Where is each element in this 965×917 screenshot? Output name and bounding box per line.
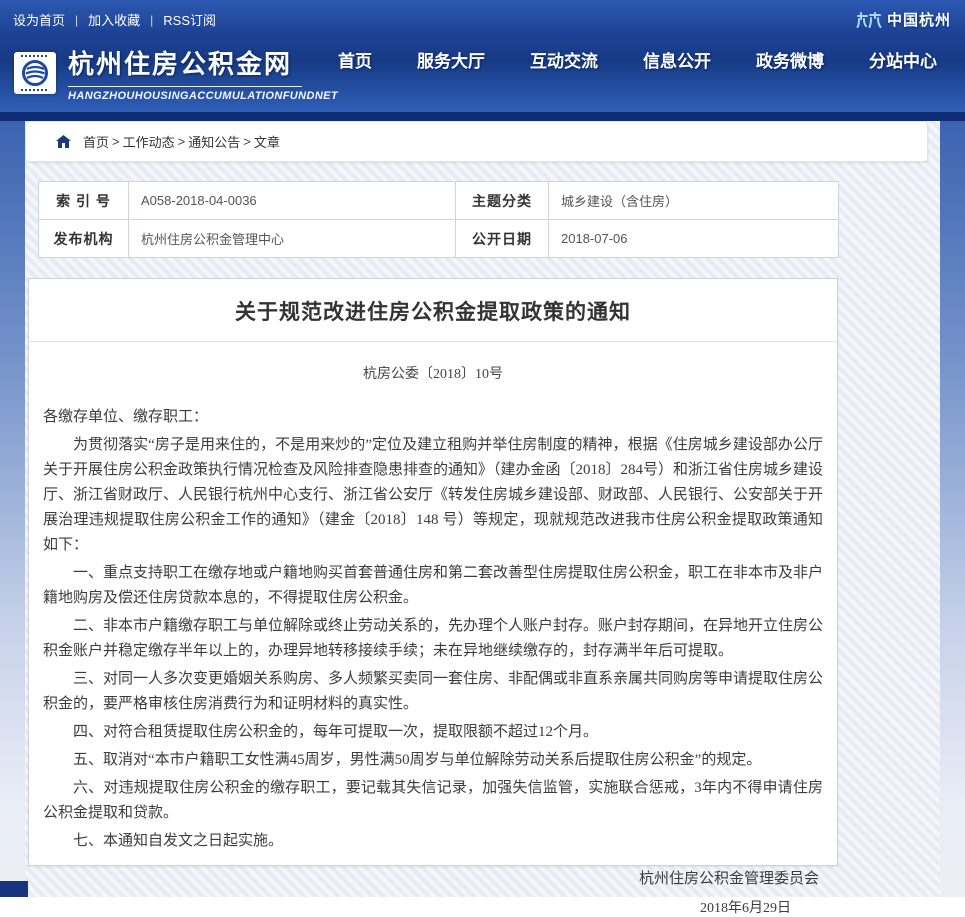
index-number-label: 索 引 号: [39, 182, 129, 220]
breadcrumb: 首页 > 工作动态 > 通知公告 > 文章: [25, 121, 928, 162]
paragraph-item-3: 三、对同一人多次变更婚姻关系购房、多人频繁买卖同一套住房、非配偶或非直系亲属共同…: [43, 667, 823, 717]
document-number: 杭房公委〔2018〕10号: [29, 363, 837, 383]
breadcrumb-item-home[interactable]: 首页: [83, 132, 109, 151]
issuing-agency-value: 杭州住房公积金管理中心: [129, 220, 456, 258]
home-icon[interactable]: [56, 135, 71, 148]
site-subtitle: HANGZHOUHOUSINGACCUMULATIONFUNDNET: [68, 90, 338, 102]
breadcrumb-item-work-trends[interactable]: 工作动态: [123, 132, 175, 151]
main-area: 首页 > 工作动态 > 通知公告 > 文章 索 引 号 A058-2018-04…: [0, 121, 965, 897]
publish-date-label: 公开日期: [456, 220, 549, 258]
set-homepage-link[interactable]: 设为首页: [13, 10, 65, 29]
signature-date: 2018年6月29日: [29, 897, 837, 917]
site-header: 设为首页 | 加入收藏 | RSS订阅 中国杭州: [0, 0, 965, 112]
signature: 杭州住房公积金管理委员会: [29, 867, 837, 888]
add-favorites-link[interactable]: 加入收藏: [88, 10, 140, 29]
topic-category-label: 主题分类: [456, 182, 549, 220]
index-number-value: A058-2018-04-0036: [129, 182, 456, 220]
main-nav: 首页 服务大厅 互动交流 信息公开 政务微博 分站中心: [338, 47, 965, 72]
article-panel: 关于规范改进住房公积金提取政策的通知 杭房公委〔2018〕10号 各缴存单位、缴…: [28, 278, 838, 866]
table-row: 索 引 号 A058-2018-04-0036 主题分类 城乡建设（含住房）: [39, 182, 839, 220]
brandbar: 杭州住房公积金网 HANGZHOUHOUSINGACCUMULATIONFUND…: [0, 33, 965, 112]
paragraph-item-6: 六、对违规提取住房公积金的缴存职工，要记载其失信记录，加强失信监管，实施联合惩戒…: [43, 776, 823, 826]
city-brand-label: 中国杭州: [887, 9, 951, 30]
header-divider-strip: [0, 112, 965, 121]
paragraph-item-7: 七、本通知自发文之日起实施。: [43, 829, 823, 854]
publish-date-value: 2018-07-06: [549, 220, 839, 258]
paragraph-item-5: 五、取消对“本市户籍职工女性满45周岁，男性满50周岁与单位解除劳动关系后提取住…: [43, 748, 823, 773]
issuing-agency-label: 发布机构: [39, 220, 129, 258]
topbar-separator: |: [75, 13, 78, 27]
content-area: 首页 > 工作动态 > 通知公告 > 文章 索 引 号 A058-2018-04…: [25, 121, 940, 897]
site-title[interactable]: 杭州住房公积金网: [68, 44, 302, 87]
article-title: 关于规范改进住房公积金提取政策的通知: [41, 296, 825, 326]
site-logo-icon[interactable]: [14, 52, 56, 94]
paragraph-item-1: 一、重点支持职工在缴存地或户籍地购买首套普通住房和第二套改善型住房提取住房公积金…: [43, 561, 823, 611]
breadcrumb-item-notices[interactable]: 通知公告: [188, 132, 240, 151]
paragraph-item-4: 四、对符合租赁提取住房公积金的，每年可提取一次，提取限额不超过12个月。: [43, 720, 823, 745]
right-side-band: [940, 121, 965, 897]
nav-item-interaction[interactable]: 互动交流: [530, 47, 598, 72]
title-divider: [29, 341, 837, 342]
topbar: 设为首页 | 加入收藏 | RSS订阅 中国杭州: [0, 0, 965, 33]
paragraph-item-2: 二、非本市户籍缴存职工与单位解除或终止劳动关系的，先办理个人账户封存。账户封存期…: [43, 614, 823, 664]
bottom-left-footer-block: [0, 881, 28, 897]
table-row: 发布机构 杭州住房公积金管理中心 公开日期 2018-07-06: [39, 220, 839, 258]
city-brand[interactable]: 中国杭州: [856, 9, 951, 30]
left-side-band: [0, 121, 25, 897]
breadcrumb-item-article: 文章: [254, 132, 280, 151]
nav-item-info-disclosure[interactable]: 信息公开: [643, 47, 711, 72]
nav-item-service-hall[interactable]: 服务大厅: [417, 47, 485, 72]
nav-item-branch-center[interactable]: 分站中心: [869, 47, 937, 72]
topbar-separator: |: [150, 13, 153, 27]
nav-item-gov-weibo[interactable]: 政务微博: [756, 47, 824, 72]
rss-subscribe-link[interactable]: RSS订阅: [163, 10, 216, 29]
paragraph-intro: 为贯彻落实“房子是用来住的，不是用来炒的”定位及建立租购并举住房制度的精神，根据…: [43, 433, 823, 558]
china-hangzhou-logo-icon: [856, 11, 882, 29]
site-title-block: 杭州住房公积金网 HANGZHOUHOUSINGACCUMULATIONFUND…: [68, 44, 338, 102]
nav-item-home[interactable]: 首页: [338, 47, 372, 72]
document-meta-table: 索 引 号 A058-2018-04-0036 主题分类 城乡建设（含住房） 发…: [38, 181, 839, 258]
topic-category-value: 城乡建设（含住房）: [549, 182, 839, 220]
breadcrumb-separator: >: [243, 134, 251, 149]
breadcrumb-separator: >: [112, 134, 120, 149]
breadcrumb-separator: >: [178, 134, 186, 149]
salutation: 各缴存单位、缴存职工：: [43, 405, 823, 430]
article-body: 各缴存单位、缴存职工： 为贯彻落实“房子是用来住的，不是用来炒的”定位及建立租购…: [29, 405, 837, 854]
